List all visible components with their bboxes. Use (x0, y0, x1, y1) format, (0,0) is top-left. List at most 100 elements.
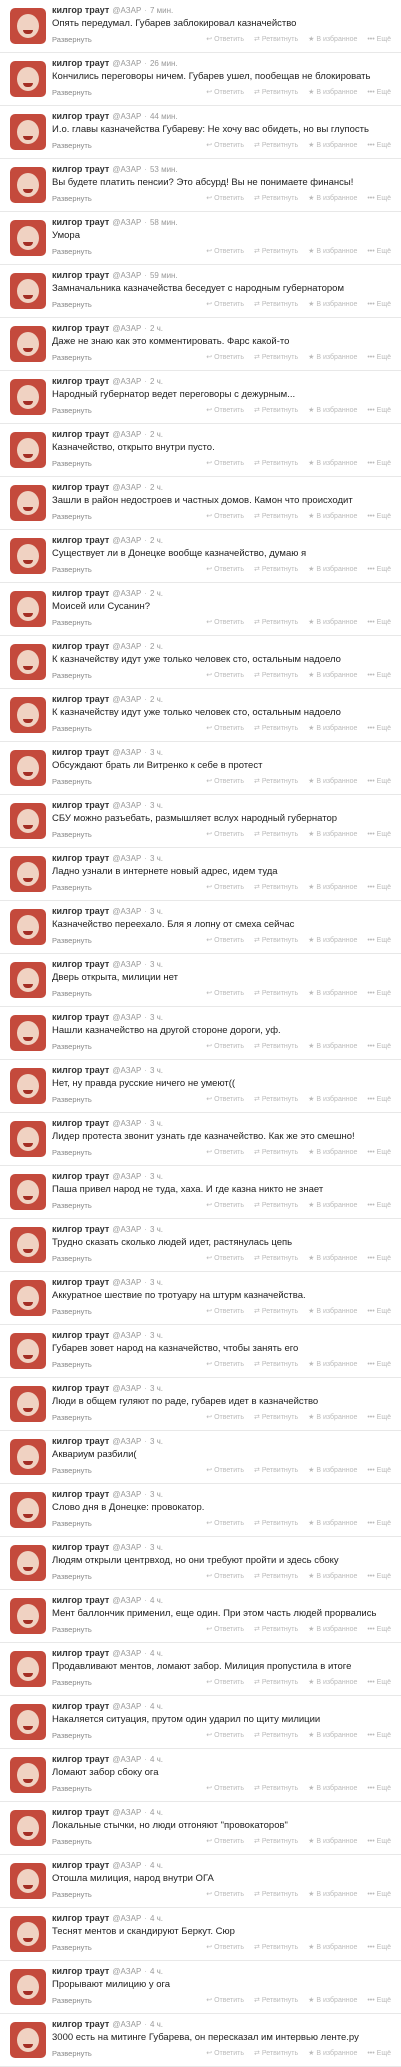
author-name[interactable]: килгор траут (52, 800, 109, 810)
more-button[interactable]: ••• Ещё (367, 1732, 391, 1739)
retweet-button[interactable]: ⇄ Ретвитнуть (254, 884, 298, 891)
author-name[interactable]: килгор траут (52, 1913, 109, 1923)
more-button[interactable]: ••• Ещё (367, 1149, 391, 1156)
tweet-time[interactable]: 3 ч. (150, 1066, 163, 1075)
author-handle[interactable]: @AЗАР (112, 1649, 141, 1658)
author-name[interactable]: килгор траут (52, 694, 109, 704)
author-name[interactable]: килгор траут (52, 959, 109, 969)
avatar[interactable] (10, 432, 46, 468)
more-button[interactable]: ••• Ещё (367, 1997, 391, 2004)
tweet-item[interactable]: килгор траут @AЗАР · 3 ч. Лидер протеста зв… (0, 1113, 401, 1166)
tweet-time[interactable]: 4 ч. (150, 1861, 163, 1870)
tweet-item[interactable]: килгор траут @AЗАР · 4 ч. Накаляется ситуац… (0, 1696, 401, 1749)
retweet-button[interactable]: ⇄ Ретвитнуть (254, 1361, 298, 1368)
tweet-item[interactable]: килгор траут @AЗАР · 2 ч. Моисей или Сусани… (0, 583, 401, 636)
author-handle[interactable]: @AЗАР (112, 589, 141, 598)
author-handle[interactable]: @AЗАР (112, 1596, 141, 1605)
retweet-button[interactable]: ⇄ Ретвитнуть (254, 619, 298, 626)
favorite-button[interactable]: ★ В избранное (308, 1679, 357, 1686)
avatar[interactable] (10, 485, 46, 521)
reply-button[interactable]: ↩ Ответить (206, 248, 244, 255)
tweet-item[interactable]: килгор траут @AЗАР · 2 ч. Даже не знаю как … (0, 318, 401, 371)
more-button[interactable]: ••• Ещё (367, 1520, 391, 1527)
avatar[interactable] (10, 1068, 46, 1104)
more-button[interactable]: ••• Ещё (367, 1679, 391, 1686)
avatar[interactable] (10, 1545, 46, 1581)
reply-button[interactable]: ↩ Ответить (206, 1732, 244, 1739)
more-button[interactable]: ••• Ещё (367, 619, 391, 626)
tweet-item[interactable]: килгор траут @AЗАР · 3 ч. Ладно узнали в ин… (0, 848, 401, 901)
reply-button[interactable]: ↩ Ответить (206, 1944, 244, 1951)
tweet-time[interactable]: 53 мин. (150, 165, 178, 174)
author-name[interactable]: килгор траут (52, 1277, 109, 1287)
retweet-button[interactable]: ⇄ Ретвитнуть (254, 1626, 298, 1633)
tweet-item[interactable]: килгор траут @AЗАР · 3 ч. Обсуждают брать л… (0, 742, 401, 795)
avatar[interactable] (10, 1810, 46, 1846)
reply-button[interactable]: ↩ Ответить (206, 1520, 244, 1527)
favorite-button[interactable]: ★ В избранное (308, 831, 357, 838)
avatar[interactable] (10, 8, 46, 44)
author-name[interactable]: килгор траут (52, 111, 109, 121)
tweet-item[interactable]: килгор траут @AЗАР · 7 мин. Опять передумал… (0, 0, 401, 53)
tweet-item[interactable]: килгор траут @AЗАР · 3 ч. Аккуратное шестви… (0, 1272, 401, 1325)
expand-link[interactable]: Развернуть (52, 1254, 92, 1263)
author-name[interactable]: килгор траут (52, 1966, 109, 1976)
more-button[interactable]: ••• Ещё (367, 1308, 391, 1315)
author-handle[interactable]: @AЗАР (112, 960, 141, 969)
tweet-time[interactable]: 2 ч. (150, 483, 163, 492)
avatar[interactable] (10, 803, 46, 839)
more-button[interactable]: ••• Ещё (367, 1414, 391, 1421)
expand-link[interactable]: Развернуть (52, 247, 92, 256)
retweet-button[interactable]: ⇄ Ретвитнуть (254, 1891, 298, 1898)
author-handle[interactable]: @AЗАР (112, 1331, 141, 1340)
favorite-button[interactable]: ★ В избранное (308, 460, 357, 467)
retweet-button[interactable]: ⇄ Ретвитнуть (254, 778, 298, 785)
expand-link[interactable]: Развернуть (52, 1307, 92, 1316)
favorite-button[interactable]: ★ В избранное (308, 36, 357, 43)
more-button[interactable]: ••• Ещё (367, 884, 391, 891)
author-name[interactable]: килгор траут (52, 323, 109, 333)
tweet-time[interactable]: 7 мин. (150, 6, 173, 15)
favorite-button[interactable]: ★ В избранное (308, 89, 357, 96)
tweet-item[interactable]: килгор траут @AЗАР · 3 ч. Люди в общем гуля… (0, 1378, 401, 1431)
avatar[interactable] (10, 1280, 46, 1316)
avatar[interactable] (10, 1439, 46, 1475)
tweet-time[interactable]: 2 ч. (150, 695, 163, 704)
avatar[interactable] (10, 326, 46, 362)
more-button[interactable]: ••• Ещё (367, 2050, 391, 2057)
retweet-button[interactable]: ⇄ Ретвитнуть (254, 89, 298, 96)
reply-button[interactable]: ↩ Ответить (206, 566, 244, 573)
reply-button[interactable]: ↩ Ответить (206, 1467, 244, 1474)
author-handle[interactable]: @AЗАР (112, 1861, 141, 1870)
expand-link[interactable]: Развернуть (52, 2049, 92, 2058)
author-handle[interactable]: @AЗАР (112, 1066, 141, 1075)
author-handle[interactable]: @AЗАР (112, 430, 141, 439)
author-handle[interactable]: @AЗАР (112, 271, 141, 280)
favorite-button[interactable]: ★ В избранное (308, 407, 357, 414)
avatar[interactable] (10, 1757, 46, 1793)
retweet-button[interactable]: ⇄ Ретвитнуть (254, 1785, 298, 1792)
tweet-item[interactable]: килгор траут @AЗАР · 4 ч. 3000 есть на мити… (0, 2014, 401, 2067)
more-button[interactable]: ••• Ещё (367, 407, 391, 414)
author-name[interactable]: килгор траут (52, 535, 109, 545)
favorite-button[interactable]: ★ В избранное (308, 1944, 357, 1951)
favorite-button[interactable]: ★ В избранное (308, 1361, 357, 1368)
author-handle[interactable]: @AЗАР (112, 1702, 141, 1711)
more-button[interactable]: ••• Ещё (367, 460, 391, 467)
author-name[interactable]: килгор траут (52, 217, 109, 227)
author-handle[interactable]: @AЗАР (112, 483, 141, 492)
author-name[interactable]: килгор траут (52, 1224, 109, 1234)
favorite-button[interactable]: ★ В избранное (308, 1467, 357, 1474)
author-name[interactable]: килгор траут (52, 1489, 109, 1499)
author-name[interactable]: килгор траут (52, 1171, 109, 1181)
retweet-button[interactable]: ⇄ Ретвитнуть (254, 407, 298, 414)
tweet-time[interactable]: 4 ч. (150, 1649, 163, 1658)
author-name[interactable]: килгор траут (52, 429, 109, 439)
author-handle[interactable]: @AЗАР (112, 2020, 141, 2029)
more-button[interactable]: ••• Ещё (367, 248, 391, 255)
reply-button[interactable]: ↩ Ответить (206, 778, 244, 785)
tweet-item[interactable]: килгор траут @AЗАР · 2 ч. К казначейству ид… (0, 689, 401, 742)
retweet-button[interactable]: ⇄ Ретвитнуть (254, 36, 298, 43)
reply-button[interactable]: ↩ Ответить (206, 619, 244, 626)
more-button[interactable]: ••• Ещё (367, 1255, 391, 1262)
